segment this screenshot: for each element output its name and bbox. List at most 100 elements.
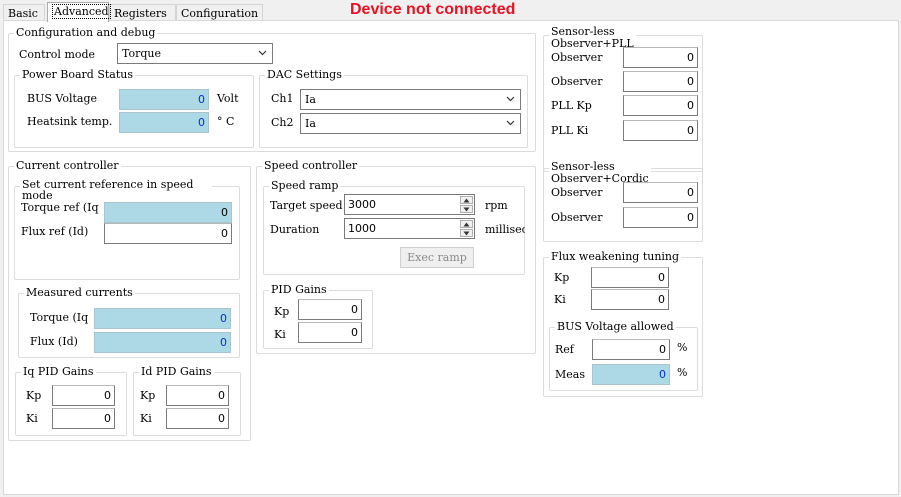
duration-spinbox[interactable]: 1000 bbox=[344, 218, 475, 239]
dac-ch1-value: Ia bbox=[305, 93, 316, 106]
id-ki-field[interactable]: 0 bbox=[166, 408, 229, 429]
dac-ch1-label: Ch1 bbox=[271, 92, 294, 105]
id-pid-title: Id PID Gains bbox=[139, 365, 214, 379]
observer-pll-label-1: Observer bbox=[551, 51, 603, 64]
iq-ki-field[interactable]: 0 bbox=[52, 408, 115, 429]
id-kp-label: Kp bbox=[140, 389, 156, 402]
pll-ki-field[interactable]: 0 bbox=[623, 120, 698, 141]
heatsink-label: Heatsink temp. bbox=[27, 115, 113, 128]
exec-ramp-button[interactable]: Exec ramp bbox=[400, 247, 474, 268]
target-speed-value: 3000 bbox=[348, 198, 376, 211]
fw-meas-field[interactable]: 0 bbox=[592, 364, 670, 385]
current-controller-title: Current controller bbox=[14, 159, 121, 173]
duration-unit: millisec bbox=[485, 223, 525, 236]
bus-voltage-field[interactable]: 0 bbox=[119, 89, 209, 110]
connection-status: Device not connected bbox=[350, 1, 516, 18]
flux-ref-field[interactable]: 0 bbox=[104, 223, 232, 244]
control-mode-value: Torque bbox=[122, 47, 161, 60]
dac-settings-group: DAC Settings Ch1 Ia Ch2 Ia bbox=[259, 68, 528, 148]
speed-controller-group: Speed controller Speed ramp Target speed… bbox=[256, 159, 536, 354]
duration-spin-buttons bbox=[460, 220, 473, 237]
observer-pll-field-1[interactable]: 0 bbox=[623, 47, 698, 68]
fw-ref-field[interactable]: 0 bbox=[592, 339, 670, 360]
duration-down-button[interactable] bbox=[460, 229, 473, 237]
set-current-ref-group: Set current reference in speed mode Torq… bbox=[14, 179, 240, 280]
arrow-down-icon bbox=[463, 231, 470, 236]
observer-pll-group: Sensor-less Observer+PLL Observer 0 Obse… bbox=[543, 26, 703, 172]
fw-ref-unit: % bbox=[677, 341, 688, 354]
fw-meas-label: Meas bbox=[555, 368, 585, 381]
observer-pll-title-line2: Observer+PLL bbox=[551, 37, 634, 50]
target-speed-up-button[interactable] bbox=[460, 196, 473, 204]
arrow-up-icon bbox=[463, 222, 470, 227]
flux-weakening-title: Flux weakening tuning bbox=[549, 250, 682, 264]
target-speed-down-button[interactable] bbox=[460, 205, 473, 213]
speed-ramp-title: Speed ramp bbox=[269, 179, 341, 193]
fw-ki-label: Ki bbox=[554, 293, 566, 306]
control-mode-select[interactable]: Torque bbox=[117, 43, 273, 64]
config-debug-group: Configuration and debug Control mode Tor… bbox=[8, 26, 536, 152]
observer-cordic-field-1[interactable]: 0 bbox=[623, 182, 698, 203]
target-speed-label: Target speed bbox=[270, 199, 343, 212]
speed-kp-field[interactable]: 0 bbox=[298, 299, 362, 320]
chevron-down-icon bbox=[506, 96, 515, 102]
speed-ki-label: Ki bbox=[274, 328, 286, 341]
speed-ki-field[interactable]: 0 bbox=[298, 322, 362, 343]
fw-kp-label: Kp bbox=[554, 271, 570, 284]
observer-cordic-label-1: Observer bbox=[551, 186, 603, 199]
heatsink-unit: ° C bbox=[217, 115, 235, 128]
speed-controller-title: Speed controller bbox=[262, 159, 360, 173]
target-speed-spinbox[interactable]: 3000 bbox=[344, 194, 475, 215]
advanced-tab-panel: Configuration and debug Control mode Tor… bbox=[3, 20, 899, 495]
bus-voltage-unit: Volt bbox=[217, 92, 239, 105]
fw-ref-label: Ref bbox=[555, 343, 574, 356]
iq-kp-field[interactable]: 0 bbox=[52, 385, 115, 406]
iq-ki-label: Ki bbox=[26, 412, 38, 425]
dac-ch1-select[interactable]: Ia bbox=[300, 89, 521, 110]
flux-weakening-group: Flux weakening tuning Kp 0 Ki 0 BUS Volt… bbox=[543, 250, 703, 397]
tab-advanced-label: Advanced bbox=[52, 4, 111, 19]
duration-up-button[interactable] bbox=[460, 220, 473, 228]
dac-ch2-select[interactable]: Ia bbox=[300, 113, 521, 134]
current-controller-group: Current controller Set current reference… bbox=[8, 159, 251, 441]
speed-pid-title: PID Gains bbox=[269, 283, 329, 297]
fw-kp-field[interactable]: 0 bbox=[591, 267, 669, 288]
power-board-group: Power Board Status BUS Voltage 0 Volt He… bbox=[14, 68, 254, 148]
tab-advanced[interactable]: Advanced bbox=[47, 2, 111, 22]
heatsink-field[interactable]: 0 bbox=[119, 112, 209, 133]
bus-voltage-label: BUS Voltage bbox=[27, 92, 97, 105]
torque-ref-field[interactable]: 0 bbox=[104, 202, 232, 223]
observer-cordic-label-2: Observer bbox=[551, 211, 603, 224]
target-speed-spin-buttons bbox=[460, 196, 473, 213]
arrow-up-icon bbox=[463, 198, 470, 203]
speed-pid-group: PID Gains Kp 0 Ki 0 bbox=[263, 283, 373, 349]
duration-label: Duration bbox=[270, 223, 320, 236]
measured-flux-label: Flux (Id) bbox=[30, 335, 78, 348]
pll-kp-field[interactable]: 0 bbox=[623, 95, 698, 116]
arrow-down-icon bbox=[463, 207, 470, 212]
iq-pid-title: Iq PID Gains bbox=[21, 365, 96, 379]
speed-kp-label: Kp bbox=[274, 305, 290, 318]
observer-pll-label-2: Observer bbox=[551, 75, 603, 88]
iq-kp-label: Kp bbox=[26, 389, 42, 402]
measured-torque-field[interactable]: 0 bbox=[94, 308, 231, 329]
observer-cordic-field-2[interactable]: 0 bbox=[623, 207, 698, 228]
id-kp-field[interactable]: 0 bbox=[166, 385, 229, 406]
chevron-down-icon bbox=[506, 120, 515, 126]
bus-voltage-allowed-title: BUS Voltage allowed bbox=[555, 320, 676, 334]
power-board-title: Power Board Status bbox=[20, 68, 135, 82]
fw-ki-field[interactable]: 0 bbox=[591, 289, 669, 310]
control-mode-label: Control mode bbox=[19, 48, 96, 61]
bus-voltage-allowed-group: BUS Voltage allowed Ref 0 % Meas 0 % bbox=[549, 320, 698, 391]
set-current-ref-title: Set current reference in speed mode bbox=[20, 179, 212, 201]
measured-flux-field[interactable]: 0 bbox=[94, 332, 231, 353]
pll-kp-label: PLL Kp bbox=[551, 99, 592, 112]
torque-ref-label: Torque ref (Iq bbox=[21, 201, 99, 214]
dac-ch2-label: Ch2 bbox=[271, 116, 294, 129]
observer-cordic-group: Sensor-less Observer+Cordic Observer 0 O… bbox=[543, 161, 703, 242]
chevron-down-icon bbox=[258, 50, 267, 56]
observer-pll-field-2[interactable]: 0 bbox=[623, 71, 698, 92]
pll-ki-label: PLL Ki bbox=[551, 124, 589, 137]
id-ki-label: Ki bbox=[140, 412, 152, 425]
speed-ramp-group: Speed ramp Target speed 3000 rpm Duratio… bbox=[263, 179, 525, 275]
